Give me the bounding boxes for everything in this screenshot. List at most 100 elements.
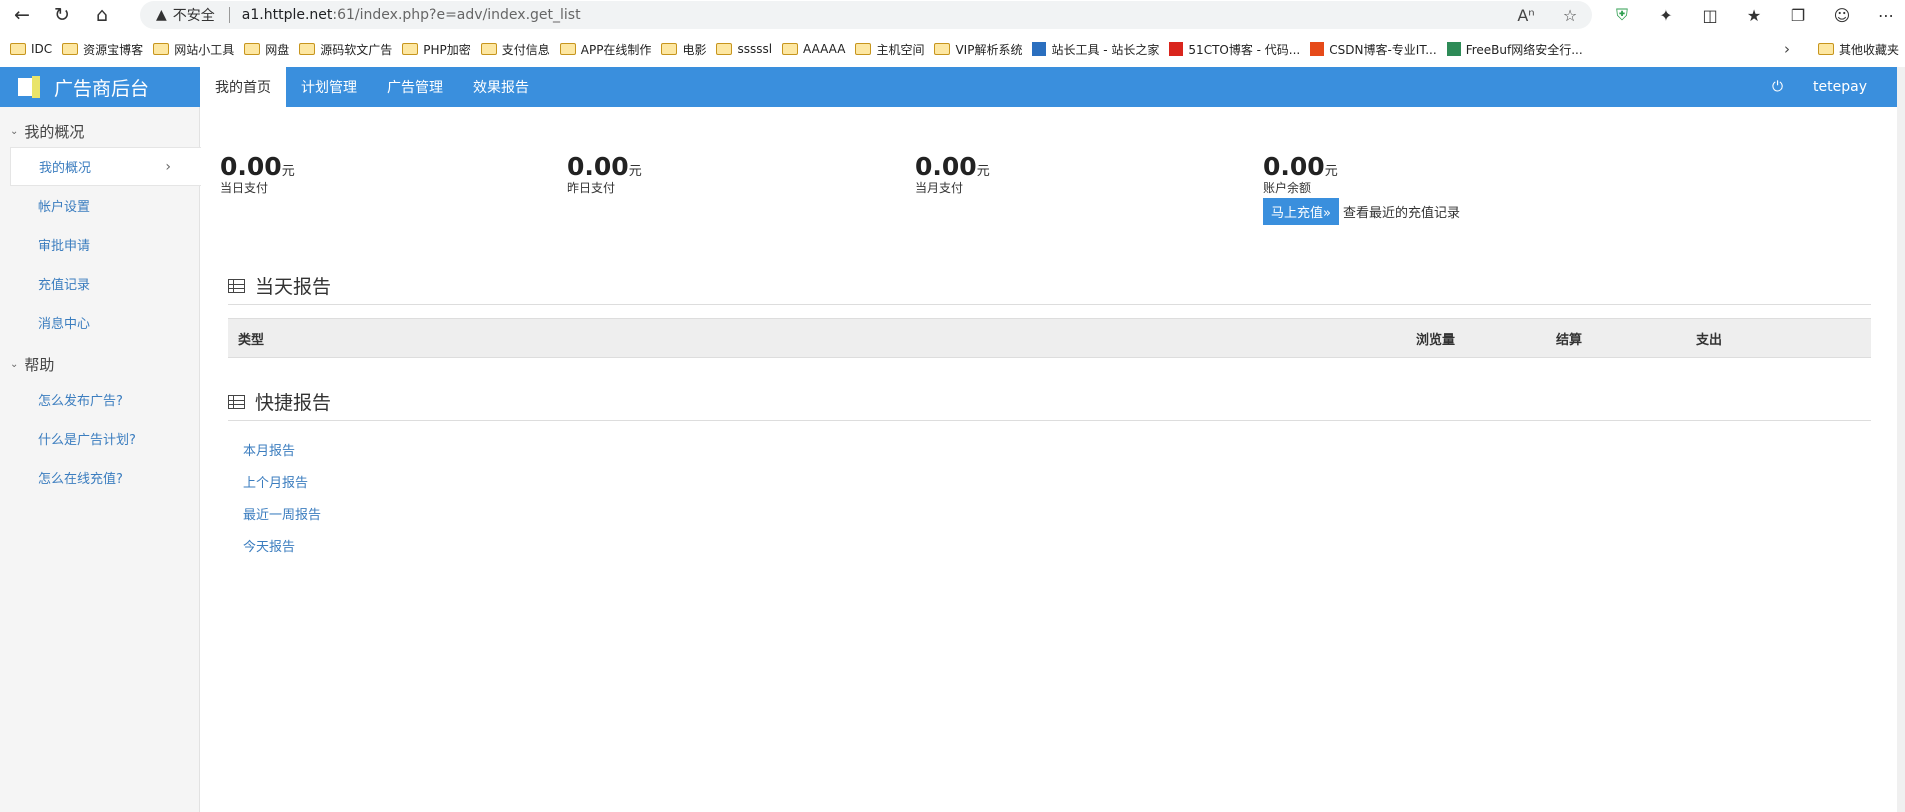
- folder-icon: [1818, 43, 1834, 55]
- folder-icon: [402, 43, 419, 55]
- collections-icon[interactable]: ❐: [1776, 6, 1820, 25]
- folder-icon: [10, 43, 26, 55]
- reload-icon[interactable]: ↻: [42, 0, 82, 30]
- main-nav: 我的首页 计划管理 广告管理 效果报告: [200, 67, 544, 107]
- security-warning[interactable]: ▲ 不安全: [156, 5, 215, 25]
- link-today-report[interactable]: 今天报告: [243, 529, 321, 561]
- bookmark-item[interactable]: 源码软文广告: [299, 41, 392, 58]
- stat-balance: 0.00元 账户余额 马上充值» 查看最近的充值记录: [1263, 152, 1460, 225]
- quick-report-header: 快捷报告: [228, 383, 1871, 421]
- recharge-button[interactable]: 马上充值»: [1263, 198, 1339, 225]
- bookmark-item[interactable]: PHP加密: [402, 41, 471, 58]
- username[interactable]: tetepay: [1813, 79, 1867, 95]
- folder-icon: [559, 43, 576, 55]
- sidebar: ⌄ 我的概况 我的概况 › 帐户设置 审批申请 充值记录 消息中心 ⌄ 帮助 怎…: [0, 107, 201, 812]
- link-last-week-report[interactable]: 最近一周报告: [243, 497, 321, 529]
- sidebar-item-how-to-recharge[interactable]: 怎么在线充值?: [0, 458, 199, 497]
- caret-down-icon: ⌄: [10, 358, 19, 370]
- bookmarks-bar: IDC 资源宝博客 网站小工具 网盘 源码软文广告 PHP加密 支付信息 APP在线制作 电影 s…: [0, 34, 1905, 64]
- site-favicon-icon: [1446, 42, 1461, 56]
- stat-month: 0.00元 当月支付: [915, 152, 990, 195]
- col-type: 类型: [238, 332, 265, 348]
- nav-effect-report[interactable]: 效果报告: [458, 67, 544, 107]
- stat-today: 0.00元 当日支付: [220, 152, 295, 195]
- extensions-icon[interactable]: ✦: [1644, 6, 1688, 25]
- recent-recharge-link[interactable]: 查看最近的充值记录: [1343, 202, 1460, 221]
- table-icon: [228, 394, 245, 409]
- bookmark-item[interactable]: APP在线制作: [559, 41, 651, 58]
- folder-icon: [299, 43, 316, 55]
- favorite-star-icon[interactable]: ☆: [1548, 6, 1592, 25]
- bookmark-item[interactable]: FreeBuf网络安全行...: [1446, 41, 1583, 58]
- bookmark-item[interactable]: sssssl: [716, 42, 772, 56]
- folder-icon: [480, 43, 497, 55]
- main-content: 0.00元 当日支付 0.00元 昨日支付 0.00元 当月支付 0.00元 账…: [200, 107, 1897, 812]
- nav-ad-management[interactable]: 广告管理: [372, 67, 458, 107]
- folder-icon: [782, 43, 799, 55]
- shield-extension-icon[interactable]: ⛨: [1600, 5, 1644, 25]
- quick-report-links: 本月报告 上个月报告 最近一周报告 今天报告: [243, 433, 321, 561]
- url-text[interactable]: a1.httple.net:61/index.php?e=adv/index.g…: [242, 7, 581, 23]
- bookmark-item[interactable]: VIP解析系统: [934, 41, 1022, 58]
- folder-icon: [62, 43, 79, 55]
- logo[interactable]: 广告商后台: [0, 67, 200, 107]
- power-icon[interactable]: ⏻: [1772, 79, 1783, 95]
- bookmark-item[interactable]: 主机空间: [855, 41, 924, 58]
- sidebar-item-approval[interactable]: 审批申请: [0, 225, 199, 264]
- sidebar-item-messages[interactable]: 消息中心: [0, 303, 199, 342]
- bookmark-item[interactable]: 51CTO博客 - 代码...: [1169, 41, 1300, 58]
- split-screen-icon[interactable]: ◫: [1688, 6, 1732, 25]
- bookmarks-overflow-icon[interactable]: ›: [1784, 40, 1790, 58]
- col-views: 浏览量: [1416, 332, 1456, 348]
- link-last-month-report[interactable]: 上个月报告: [243, 465, 321, 497]
- bookmark-item[interactable]: CSDN博客-专业IT...: [1310, 41, 1437, 58]
- other-bookmarks[interactable]: 其他收藏夹: [1818, 41, 1899, 58]
- caret-down-icon: ⌄: [10, 125, 19, 137]
- read-aloud-icon[interactable]: Aⁿ: [1504, 6, 1548, 25]
- bookmark-item[interactable]: 网盘: [244, 41, 289, 58]
- home-icon[interactable]: ⌂: [82, 0, 122, 30]
- bookmark-item[interactable]: AAAAA: [782, 42, 845, 56]
- profile-icon[interactable]: ☺: [1820, 6, 1864, 25]
- stat-yesterday: 0.00元 昨日支付: [567, 152, 642, 195]
- sidebar-item-account-settings[interactable]: 帐户设置: [0, 186, 199, 225]
- bookmark-item[interactable]: 站长工具 - 站长之家: [1032, 41, 1159, 58]
- bookmark-item[interactable]: IDC: [10, 42, 52, 56]
- logo-text: 广告商后台: [54, 77, 150, 100]
- chevron-right-icon: ›: [165, 158, 171, 175]
- sidebar-item-recharge-records[interactable]: 充值记录: [0, 264, 199, 303]
- folder-icon: [716, 43, 733, 55]
- sidebar-group-overview[interactable]: ⌄ 我的概况: [0, 115, 199, 147]
- link-this-month-report[interactable]: 本月报告: [243, 433, 321, 465]
- sidebar-group-help[interactable]: ⌄ 帮助: [0, 348, 199, 380]
- address-separator: [228, 7, 230, 23]
- folder-icon: [153, 43, 170, 55]
- today-report-table-header: 类型 浏览量 结算 支出: [228, 318, 1871, 358]
- col-settlement: 结算: [1556, 332, 1583, 348]
- nav-plan-management[interactable]: 计划管理: [286, 67, 372, 107]
- folder-icon: [244, 43, 261, 55]
- warning-icon: ▲: [156, 7, 167, 23]
- site-favicon-icon: [1169, 42, 1184, 56]
- app-header: 广告商后台 我的首页 计划管理 广告管理 效果报告 ⏻ tetepay: [0, 67, 1897, 107]
- sidebar-item-how-to-publish[interactable]: 怎么发布广告?: [0, 380, 199, 419]
- address-bar[interactable]: ▲ 不安全 a1.httple.net:61/index.php?e=adv/i…: [140, 1, 1592, 29]
- folder-icon: [661, 43, 678, 55]
- bookmark-item[interactable]: 网站小工具: [153, 41, 234, 58]
- site-favicon-icon: [1310, 42, 1325, 56]
- scrollbar[interactable]: [1897, 67, 1905, 812]
- bookmark-item[interactable]: 资源宝博客: [62, 41, 143, 58]
- col-expense: 支出: [1696, 332, 1723, 348]
- sidebar-item-what-is-plan[interactable]: 什么是广告计划?: [0, 419, 199, 458]
- back-icon[interactable]: ←: [2, 0, 42, 30]
- nav-home[interactable]: 我的首页: [200, 67, 286, 107]
- bookmark-item[interactable]: 支付信息: [480, 41, 550, 58]
- sidebar-item-overview[interactable]: 我的概况 ›: [10, 147, 201, 186]
- folder-icon: [855, 43, 872, 55]
- bookmark-item[interactable]: 电影: [661, 41, 706, 58]
- today-report-header: 当天报告: [228, 267, 1871, 305]
- favorites-icon[interactable]: ★: [1732, 6, 1776, 25]
- table-icon: [228, 278, 245, 293]
- site-favicon-icon: [1032, 42, 1047, 56]
- more-menu-icon[interactable]: ⋯: [1864, 6, 1905, 25]
